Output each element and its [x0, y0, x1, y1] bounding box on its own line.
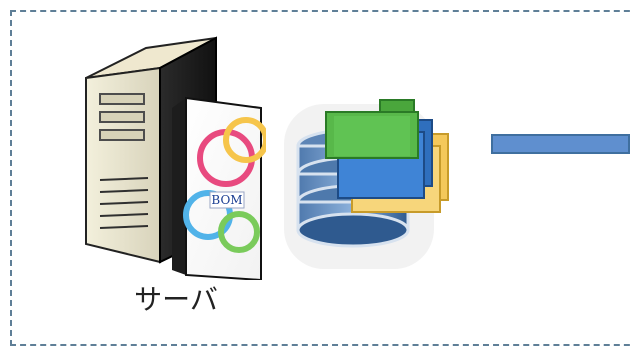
software-box-icon: BOM: [172, 96, 266, 280]
folders-icon: [325, 99, 449, 213]
connector-bar: [491, 134, 630, 154]
server-label: サーバ: [134, 283, 218, 316]
box-title: BOM: [211, 193, 242, 207]
